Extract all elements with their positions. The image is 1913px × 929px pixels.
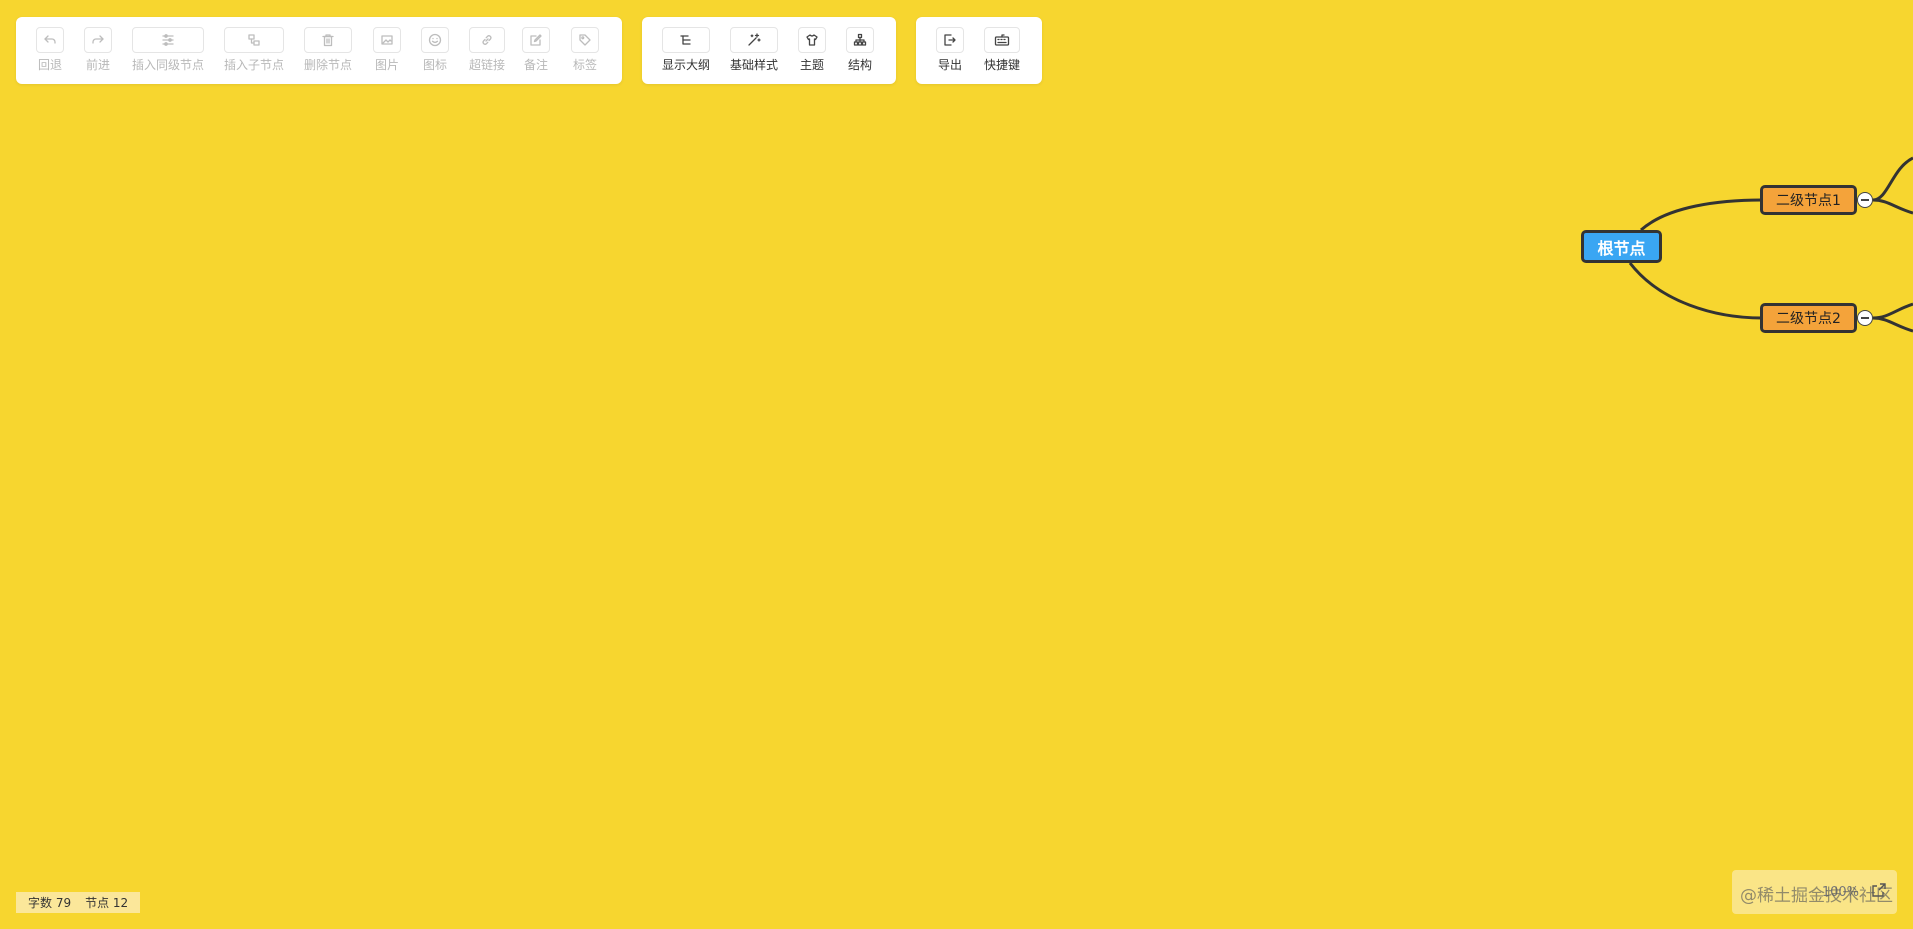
secondary-node-2[interactable]: 二级节点2	[1760, 303, 1857, 333]
connector-node2-branch-up	[1872, 302, 1913, 320]
collapse-node-2-button[interactable]	[1857, 310, 1873, 326]
collapse-node-1-button[interactable]	[1857, 192, 1873, 208]
connector-node1-branch-down	[1872, 198, 1913, 215]
secondary-node-1-label: 二级节点1	[1776, 193, 1841, 209]
connector-root-to-node1	[1640, 198, 1763, 232]
zoom-bar: 100%	[1732, 870, 1897, 914]
word-count: 字数 79	[28, 896, 72, 910]
root-node[interactable]: 根节点	[1581, 230, 1662, 263]
connector-node2-branch-down	[1872, 316, 1913, 333]
count-bar: 字数 79 节点 12	[16, 892, 141, 913]
root-node-label: 根节点	[1597, 238, 1646, 258]
connector-node1-branch-up	[1872, 156, 1913, 202]
zoom-value: 100%	[1821, 884, 1859, 900]
secondary-node-1[interactable]: 二级节点1	[1760, 185, 1857, 215]
mindmap-connectors	[1628, 156, 1913, 333]
node-count: 节点 12	[85, 896, 129, 910]
fullscreen-icon[interactable]	[1871, 882, 1887, 902]
connector-root-to-node2	[1628, 262, 1763, 320]
secondary-node-2-label: 二级节点2	[1776, 311, 1841, 327]
